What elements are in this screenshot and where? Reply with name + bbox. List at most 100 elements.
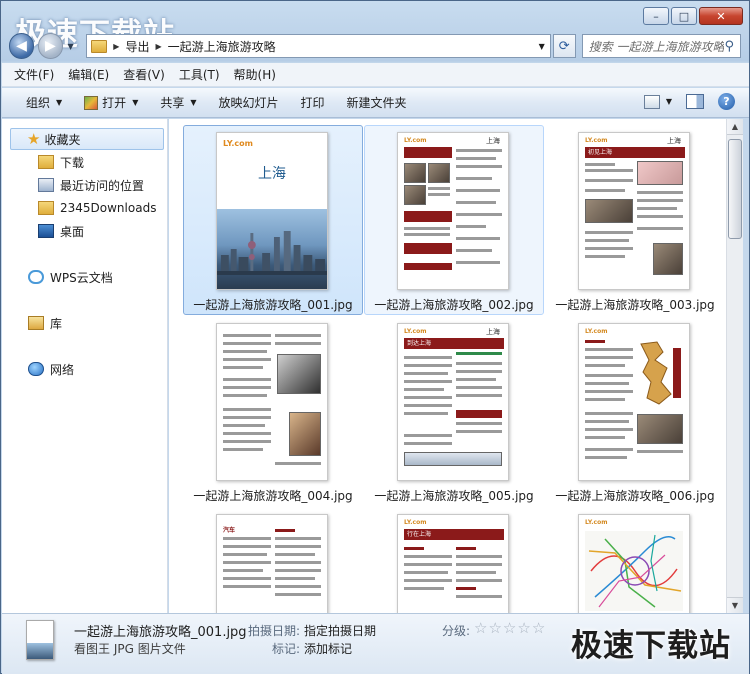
file-item[interactable]: LY.com [545, 316, 725, 506]
star-icon[interactable]: ☆ [488, 619, 502, 637]
text-line [404, 587, 444, 590]
menu-file[interactable]: 文件(F) [14, 66, 54, 83]
scroll-thumb[interactable] [728, 139, 742, 239]
file-item[interactable]: LY.com 行在上海 [364, 507, 544, 613]
star-icon[interactable]: ☆ [503, 619, 517, 637]
text-line [637, 207, 677, 210]
page-title-banner: 到达上海 [404, 338, 504, 349]
menu-view[interactable]: 查看(V) [123, 66, 165, 83]
vertical-scrollbar[interactable]: ▲ ▼ [726, 119, 743, 613]
file-item[interactable]: LY.com 上海 初见上海 一起游上海旅游攻略_003.jpg [545, 125, 725, 315]
file-item[interactable]: 一起游上海旅游攻略_004.jpg [183, 316, 363, 506]
breadcrumb-current[interactable]: 一起游上海旅游攻略 [168, 38, 276, 55]
file-name: 一起游上海旅游攻略_001.jpg [193, 298, 353, 312]
sidebar-item-recent[interactable]: 最近访问的位置 [38, 174, 144, 196]
text-line [223, 378, 271, 381]
share-button[interactable]: 共享 ▼ [160, 94, 196, 111]
sidebar-item-libraries[interactable]: 库 [28, 312, 62, 334]
maximize-button[interactable]: □ [671, 7, 697, 25]
file-item[interactable]: LY.com 上海 到达上海 一起游上海旅游攻略_005.jpg [364, 316, 544, 506]
sidebar-item-label: 收藏夹 [44, 132, 81, 147]
section-banner [404, 211, 452, 222]
print-button[interactable]: 打印 [301, 94, 325, 111]
section-banner [404, 147, 452, 158]
slideshow-button[interactable]: 放映幻灯片 [219, 94, 279, 111]
change-view-button[interactable]: ▼ [643, 94, 672, 109]
text-line [404, 571, 448, 574]
text-line [456, 249, 492, 252]
thumb-table [404, 452, 502, 466]
text-line [275, 537, 321, 540]
text-line [404, 579, 452, 582]
file-item[interactable]: LY.com 上海 [183, 125, 363, 315]
chevron-right-icon[interactable]: ▶ [113, 42, 119, 51]
thumb-photo [404, 185, 426, 205]
text-line [404, 388, 444, 391]
search-box[interactable]: 搜索 一起游上海旅游攻略 ⚲ [581, 34, 741, 58]
organize-button[interactable]: 组织 ▼ [26, 94, 62, 111]
tags-value[interactable]: 添加标记 [304, 640, 352, 657]
scroll-up-icon[interactable]: ▲ [727, 119, 743, 135]
file-item[interactable]: LY.com 上海 [364, 125, 544, 315]
star-icon[interactable]: ☆ [517, 619, 531, 637]
thumb-photo [585, 199, 633, 223]
file-name: 一起游上海旅游攻略_006.jpg [555, 489, 715, 503]
rating-stars[interactable]: ☆☆☆☆☆ [474, 619, 546, 637]
text-line [275, 569, 321, 572]
text-line [456, 563, 502, 566]
menu-help[interactable]: 帮助(H) [234, 66, 276, 83]
text-line [456, 370, 502, 373]
text-line [275, 553, 315, 556]
file-thumbnail: LY.com 上海 [216, 132, 328, 290]
star-icon[interactable]: ☆ [532, 619, 546, 637]
help-icon[interactable]: ? [718, 93, 735, 110]
text-line [456, 587, 476, 590]
text-line [456, 149, 502, 152]
page-city: 上海 [486, 137, 500, 145]
back-button[interactable]: ◀ [9, 33, 34, 59]
recent-pages-dropdown[interactable]: ▼ [65, 42, 76, 51]
text-line [404, 372, 448, 375]
sidebar-item-favorites[interactable]: ★ 收藏夹 [10, 128, 164, 150]
menu-tools[interactable]: 工具(T) [179, 66, 220, 83]
date-taken-value[interactable]: 指定拍摄日期 [304, 622, 376, 639]
open-button[interactable]: 打开 ▼ [84, 94, 138, 111]
search-icon[interactable]: ⚲ [724, 39, 734, 54]
sidebar-item-desktop[interactable]: 桌面 [38, 220, 84, 242]
preview-pane-icon[interactable] [686, 94, 704, 109]
address-dropdown-icon[interactable]: ▼ [534, 42, 550, 51]
sidebar-item-label: 网络 [50, 362, 75, 377]
sidebar-item-network[interactable]: 网络 [28, 358, 74, 380]
text-line [404, 434, 452, 437]
search-input[interactable]: 搜索 一起游上海旅游攻略 [589, 38, 725, 55]
explorer-window: 极速下载站 – □ ✕ ◀ ▶ ▼ ▶ 导出 ▶ 一起游上海旅游攻略 ▼ ⟳ 搜… [0, 0, 750, 674]
star-icon[interactable]: ☆ [474, 619, 488, 637]
minimize-button[interactable]: – [643, 7, 669, 25]
menu-edit[interactable]: 编辑(E) [68, 66, 109, 83]
dropdown-arrow-icon: ▼ [190, 98, 197, 107]
refresh-button[interactable]: ⟳ [552, 34, 576, 58]
text-line [585, 348, 633, 351]
breadcrumb-export[interactable]: 导出 [125, 38, 149, 55]
text-line [637, 450, 683, 453]
sidebar-item-downloads[interactable]: 下载 [38, 151, 84, 173]
sidebar-item-label: 2345Downloads [60, 201, 157, 215]
text-line [223, 358, 271, 361]
file-item[interactable]: 汽车 [183, 507, 363, 613]
address-bar[interactable]: ▶ 导出 ▶ 一起游上海旅游攻略 ▼ [86, 34, 551, 58]
sidebar-item-label: 库 [50, 316, 63, 331]
chevron-right-icon[interactable]: ▶ [155, 42, 161, 51]
scroll-down-icon[interactable]: ▼ [727, 597, 743, 613]
skyline-mini [27, 643, 53, 659]
selected-file-thumbnail [26, 620, 54, 660]
close-button[interactable]: ✕ [699, 7, 743, 25]
desktop-icon [38, 224, 54, 238]
sidebar-item-label: 最近访问的位置 [60, 178, 145, 193]
sidebar-item-wps-cloud[interactable]: WPS云文档 [28, 266, 113, 288]
new-folder-button[interactable]: 新建文件夹 [347, 94, 407, 111]
text-line [456, 189, 500, 192]
file-item[interactable]: LY.com [545, 507, 725, 613]
sidebar-item-2345downloads[interactable]: 2345Downloads [38, 197, 156, 219]
command-bar: 组织 ▼ 打开 ▼ 共享 ▼ 放映幻灯片 打印 新建文件夹 ▼ ? [2, 88, 749, 118]
forward-button[interactable]: ▶ [37, 33, 63, 59]
